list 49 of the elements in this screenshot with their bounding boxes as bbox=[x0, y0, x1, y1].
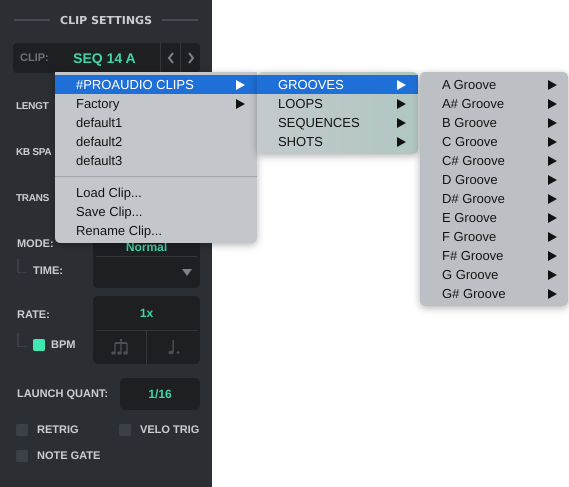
tree-line-icon bbox=[17, 258, 27, 273]
menu-item[interactable]: GROOVES bbox=[257, 75, 418, 94]
menu-item[interactable]: #PROAUDIO CLIPS bbox=[55, 75, 257, 94]
menu-item[interactable]: Load Clip... bbox=[55, 183, 257, 202]
launch-quant-label: LAUNCH QUANT: bbox=[17, 388, 108, 400]
setting-label: KB SPA bbox=[16, 146, 52, 158]
chevron-left-icon bbox=[166, 52, 174, 64]
menu-item[interactable]: G Groove bbox=[420, 265, 568, 284]
clip-label: CLIP: bbox=[20, 52, 49, 64]
launch-quant-field[interactable]: 1/16 bbox=[120, 378, 200, 410]
menu-item[interactable]: default1 bbox=[55, 113, 257, 132]
menu-item[interactable]: B Groove bbox=[420, 113, 568, 132]
toggle-label: NOTE GATE bbox=[37, 450, 100, 462]
menu-item[interactable]: C# Groove bbox=[420, 151, 568, 170]
menu-item[interactable]: SHOTS bbox=[257, 132, 418, 151]
menu-item[interactable]: D Groove bbox=[420, 170, 568, 189]
rate-control[interactable]: 1x bbox=[93, 296, 200, 364]
panel-title: CLIP SETTINGS bbox=[60, 14, 152, 26]
rate-value: 1x bbox=[96, 296, 197, 330]
mode-label: MODE: bbox=[17, 238, 55, 250]
time-label: TIME: bbox=[33, 264, 63, 277]
checkbox[interactable] bbox=[33, 339, 45, 351]
menu-item[interactable]: Save Clip... bbox=[55, 202, 257, 221]
menu-item[interactable]: SEQUENCES bbox=[257, 113, 418, 132]
menu-item[interactable]: default2 bbox=[55, 132, 257, 151]
menu-item[interactable]: LOOPS bbox=[257, 94, 418, 113]
menu-item[interactable]: A Groove bbox=[420, 75, 568, 94]
menu-item[interactable]: default3 bbox=[55, 151, 257, 170]
menu-item[interactable]: Factory bbox=[55, 94, 257, 113]
toggle-label: VELO TRIG bbox=[140, 424, 200, 436]
rate-label: RATE: bbox=[17, 309, 51, 321]
menu-item[interactable]: F Groove bbox=[420, 227, 568, 246]
chevron-right-icon bbox=[186, 52, 194, 64]
menu-item[interactable]: G# Groove bbox=[420, 284, 568, 303]
menu-item[interactable]: D# Groove bbox=[420, 189, 568, 208]
menu-item[interactable]: C Groove bbox=[420, 132, 568, 151]
dotted-note-icon bbox=[168, 339, 180, 356]
menu-item[interactable]: E Groove bbox=[420, 208, 568, 227]
setting-label: TRANS bbox=[16, 192, 49, 204]
clip-name: SEQ 14 A bbox=[72, 50, 137, 66]
menu-item[interactable]: F# Groove bbox=[420, 246, 568, 265]
clip-selector[interactable]: CLIP: SEQ 14 A bbox=[13, 43, 200, 73]
triplet-notes-icon bbox=[110, 339, 128, 356]
dropdown-caret-icon bbox=[182, 269, 192, 276]
toggle-label: RETRIG bbox=[37, 424, 79, 436]
tree-line-icon bbox=[17, 333, 27, 347]
menu-item[interactable]: A# Groove bbox=[420, 94, 568, 113]
setting-label: LENGT bbox=[16, 100, 48, 112]
bpm-label: BPM bbox=[51, 339, 76, 351]
